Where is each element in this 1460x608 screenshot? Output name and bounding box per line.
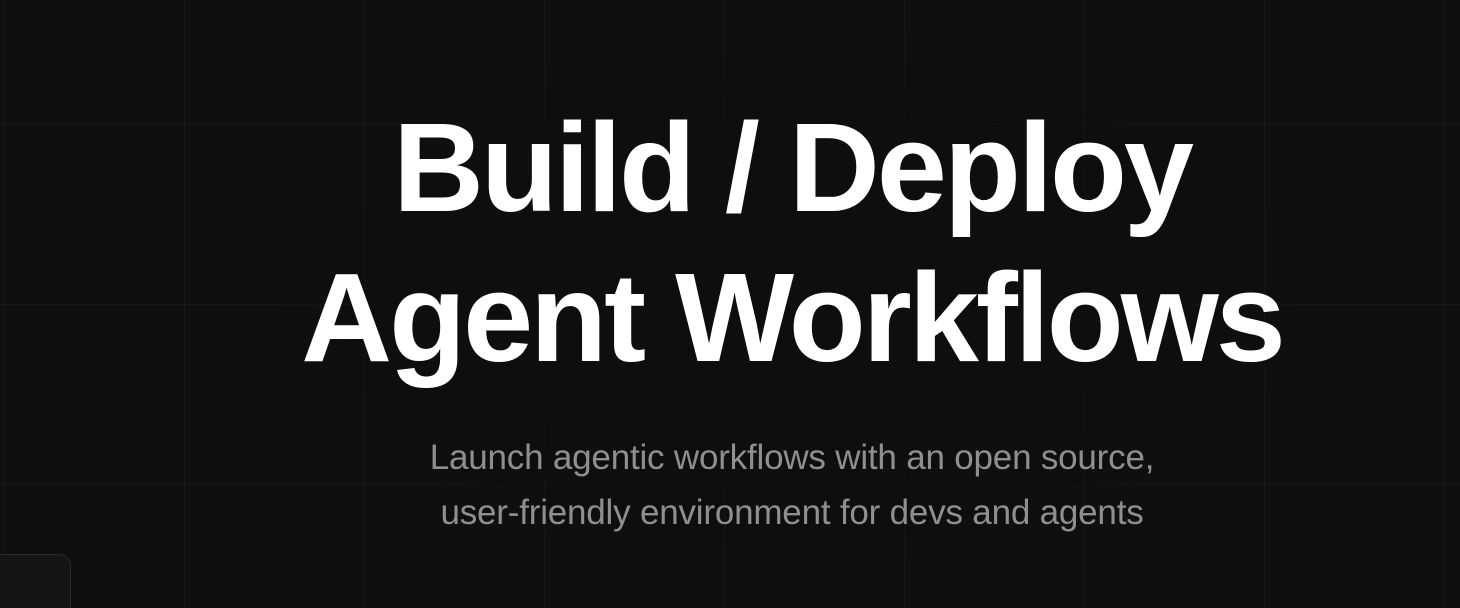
corner-widget-button[interactable]: [0, 554, 71, 608]
hero-section: Build / Deploy Agent Workflows Launch ag…: [0, 0, 1460, 608]
hero-title-line-2: Agent Workflows: [301, 247, 1286, 388]
hero-subtitle-line-1: Launch agentic workflows with an open so…: [429, 438, 1155, 477]
hero-subtitle-line-2: user-friendly environment for devs and a…: [440, 493, 1144, 532]
hero-subtitle: Launch agentic workflows with an open so…: [0, 430, 1460, 540]
hero-title-line-1: Build / Deploy: [392, 97, 1194, 238]
hero-title: Build / Deploy Agent Workflows: [0, 93, 1460, 393]
landing-page: Build / Deploy Agent Workflows Launch ag…: [0, 0, 1460, 608]
